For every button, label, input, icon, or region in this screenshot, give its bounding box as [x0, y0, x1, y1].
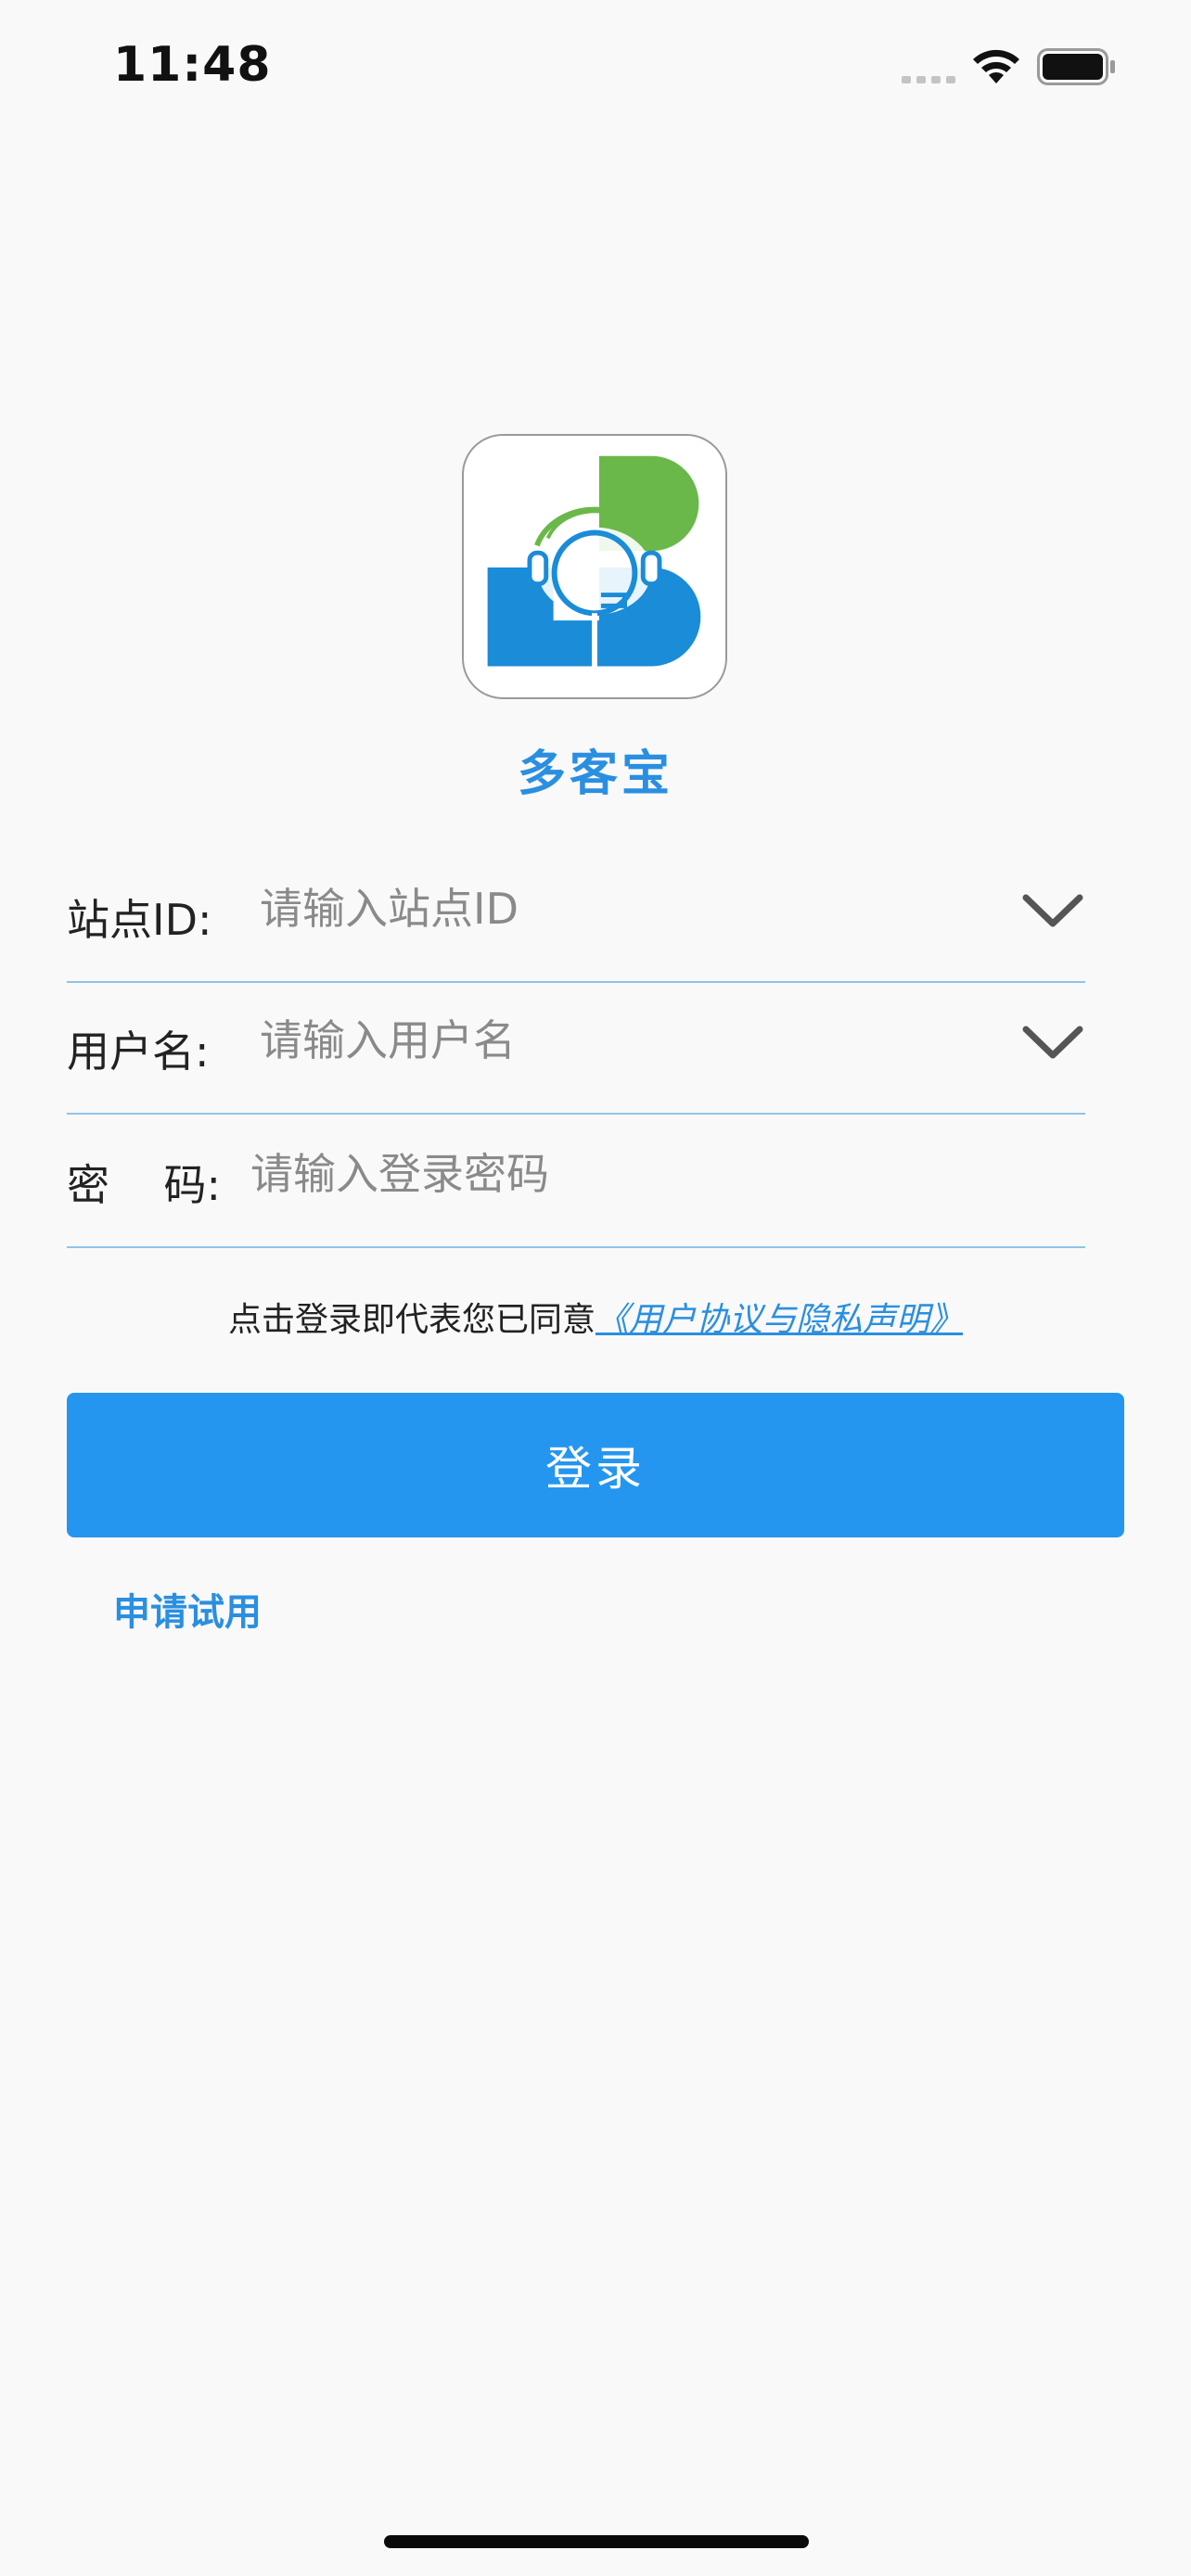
- app-name: 多客宝: [517, 746, 673, 802]
- chevron-down-icon[interactable]: [1020, 1020, 1085, 1066]
- password-label: 密 码:: [67, 1160, 221, 1210]
- status-time: 11:48: [113, 37, 272, 93]
- apply-trial-link[interactable]: 申请试用: [113, 1582, 262, 1636]
- agreement-link[interactable]: 《用户协议与隐私声明》: [596, 1301, 963, 1339]
- wifi-icon: [973, 49, 1019, 83]
- app-logo: [462, 434, 727, 699]
- home-indicator: [384, 2535, 809, 2548]
- login-button[interactable]: 登录: [67, 1393, 1124, 1537]
- agreement-notice: 点击登录即代表您已同意《用户协议与隐私声明》: [0, 1293, 1191, 1341]
- password-input[interactable]: [250, 1144, 1011, 1204]
- chevron-down-icon[interactable]: [1020, 888, 1085, 935]
- site-id-row: 站点ID:: [67, 851, 1085, 983]
- battery-icon: [1037, 48, 1115, 85]
- login-screen: 11:48 多客宝 站点ID: 请输入站点ID 用户名: 请输入用户名 密 码:…: [0, 0, 1191, 2576]
- duokebao-logo: [487, 455, 701, 667]
- agreement-prefix: 点击登录即代表您已同意: [227, 1301, 596, 1339]
- username-row: 用户名:: [67, 983, 1085, 1115]
- site-id-input[interactable]: [260, 879, 1020, 938]
- password-row: 密 码:: [67, 1116, 1085, 1248]
- username-input[interactable]: [260, 1011, 1020, 1070]
- site-id-label: 站点ID:: [67, 895, 212, 945]
- username-label: 用户名:: [67, 1027, 210, 1077]
- cellular-signal-icon: [902, 76, 955, 83]
